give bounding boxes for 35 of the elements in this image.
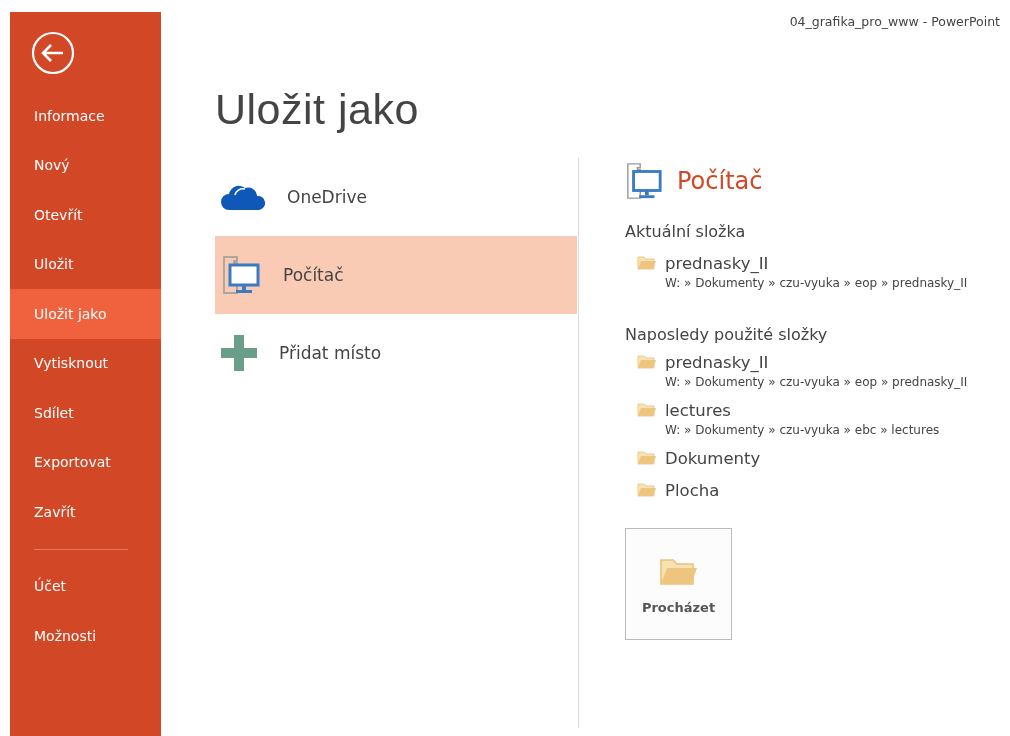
folder-icon [637,254,657,270]
plus-icon [221,335,257,371]
sidebar-item[interactable]: Možnosti [10,611,161,661]
place-item[interactable]: OneDrive [215,158,577,236]
browse-button[interactable]: Procházet [625,528,732,640]
sidebar-item[interactable]: Účet [10,561,161,611]
sidebar-item[interactable]: Vytisknout [10,338,161,388]
folder-item[interactable]: Dokumenty [625,448,767,470]
sidebar-item[interactable]: Exportovat [10,437,161,487]
folder-item[interactable]: lectures W: » Dokumenty » czu-vyuka » ebc » lectures [625,400,946,438]
cloud-icon [221,184,265,210]
page-title: Uložit jako [215,85,420,134]
section-heading: Aktuální složka [625,222,747,241]
folder-icon [637,449,657,465]
computer-icon [625,162,663,200]
folder-icon [637,481,657,497]
section-heading: Naposledy použité složky [625,325,829,344]
folder-item[interactable]: prednasky_II W: » Dokumenty » czu-vyuka » eop » prednasky_II [625,352,974,390]
place-item[interactable]: Přidat místo [215,314,577,392]
folder-item[interactable]: Plocha [625,480,726,502]
computer-icon [221,255,261,295]
sidebar-item[interactable]: Otevřít [10,190,161,240]
sidebar-item[interactable]: Zavřít [10,487,161,537]
detail-title: Počítač [677,167,763,195]
back-icon[interactable] [31,31,75,75]
sidebar-item[interactable]: Uložit [10,239,161,289]
sidebar-item[interactable]: Sdílet [10,388,161,438]
folder-item[interactable]: prednasky_II W: » Dokumenty » czu-vyuka » eop » prednasky_II [625,253,974,291]
place-item[interactable]: Počítač [215,236,577,314]
sidebar-item[interactable]: Uložit jako [10,289,161,339]
window-title: 04_grafika_pro_www - PowerPoint [789,14,1000,29]
sidebar-item[interactable]: Informace [10,91,161,141]
folder-icon [637,353,657,369]
sidebar-item[interactable]: Nový [10,140,161,190]
folder-icon [637,401,657,417]
